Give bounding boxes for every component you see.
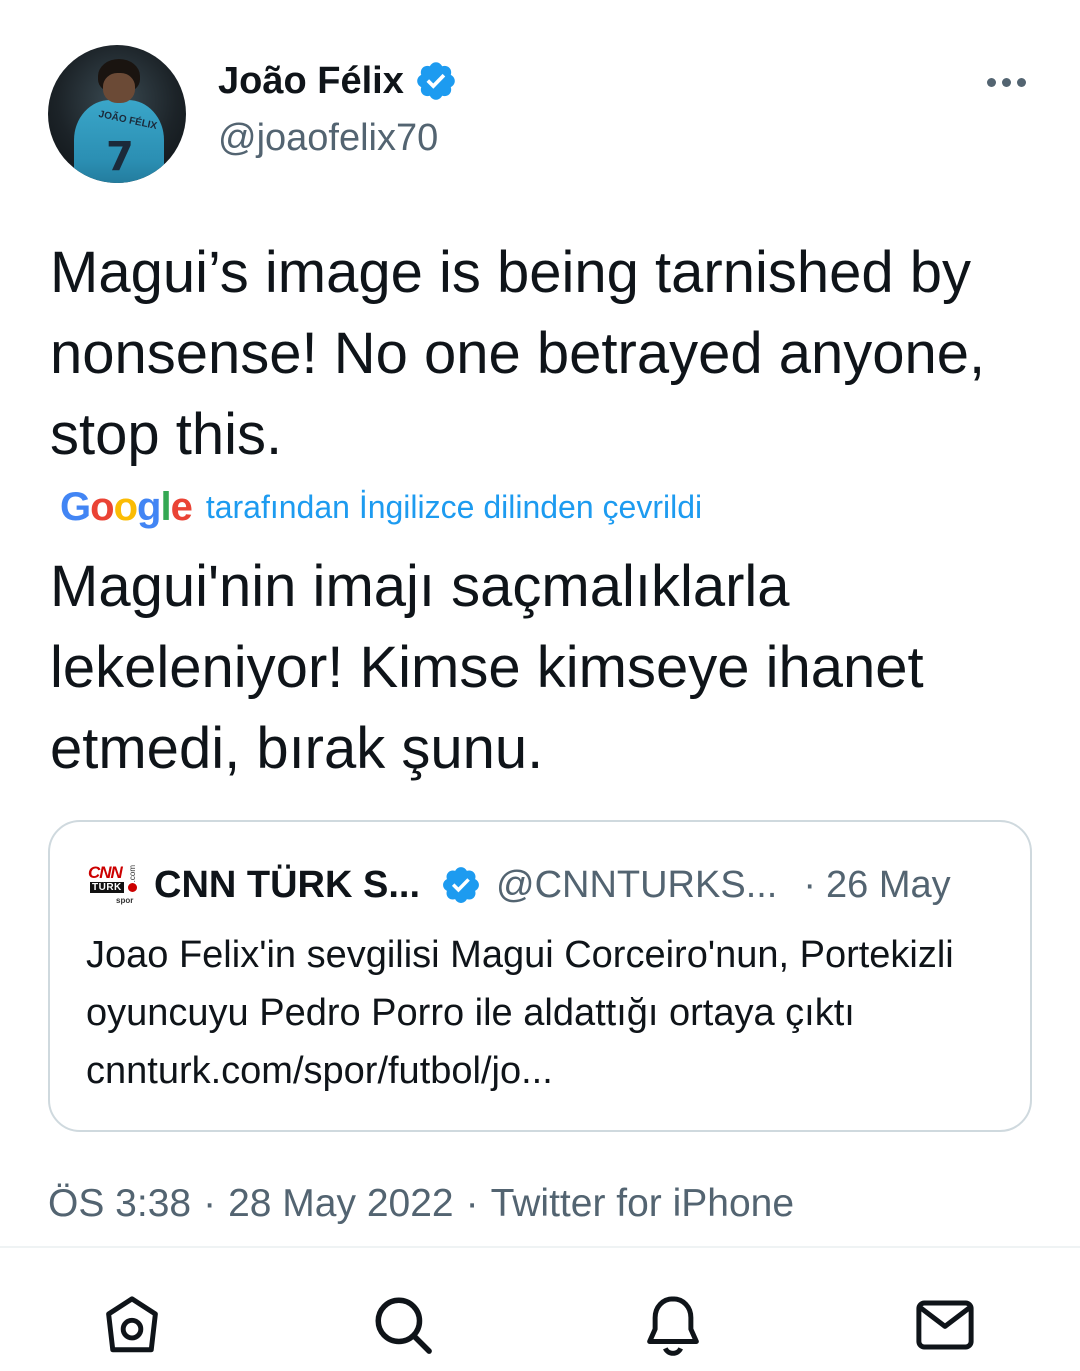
cnn-logo-dot bbox=[128, 883, 137, 892]
tweet-source[interactable]: Twitter for iPhone bbox=[491, 1182, 794, 1225]
tweet-detail-screen: JOÃO FÉLIX 7 João Félix @joaofelix70 Mag… bbox=[0, 0, 1080, 1371]
cnn-turk-avatar: CNN TÜRK .com spor bbox=[88, 863, 138, 907]
quoted-display-name: CNN TÜRK S... bbox=[154, 863, 420, 906]
tweet-meta: ÖS 3:38 · 28 May 2022 · Twitter for iPhone bbox=[48, 1178, 794, 1230]
quoted-handle: @CNNTURKS... bbox=[496, 863, 778, 906]
quoted-tweet-card[interactable]: CNN TÜRK .com spor CNN TÜRK S... @CNNTUR… bbox=[48, 820, 1032, 1132]
tweet-time[interactable]: ÖS 3:38 bbox=[48, 1182, 191, 1225]
translated-tweet-text: Magui'nin imajı saçmalıklarla lekeleniyo… bbox=[50, 554, 924, 781]
author-avatar[interactable]: JOÃO FÉLIX 7 bbox=[48, 45, 186, 183]
avatar-jersey-number: 7 bbox=[106, 134, 134, 180]
translation-label: tarafından İngilizce dilinden çevrildi bbox=[205, 489, 703, 525]
meta-separator: · bbox=[465, 1182, 479, 1225]
bottom-navigation bbox=[0, 1250, 1080, 1371]
quoted-date: 26 May bbox=[826, 863, 951, 906]
author-display-name-row[interactable]: João Félix bbox=[218, 58, 458, 104]
author-display-name: João Félix bbox=[218, 60, 404, 102]
divider bbox=[0, 1246, 1080, 1248]
more-dot bbox=[1001, 77, 1011, 87]
messages-icon[interactable] bbox=[910, 1290, 980, 1360]
home-icon[interactable] bbox=[97, 1290, 167, 1360]
quoted-tweet-text: Joao Felix'in sevgilisi Magui Corceiro'n… bbox=[86, 934, 954, 1092]
tweet-text: Magui’s image is being tarnished by nons… bbox=[50, 240, 986, 467]
quoted-separator: · bbox=[803, 863, 817, 906]
avatar-head bbox=[103, 73, 135, 103]
translation-attribution[interactable]: Google tarafından İngilizce dilinden çev… bbox=[60, 482, 702, 532]
verified-badge-icon bbox=[417, 62, 455, 100]
more-dot bbox=[986, 77, 996, 87]
search-icon[interactable] bbox=[368, 1290, 438, 1360]
author-handle[interactable]: @joaofelix70 bbox=[218, 115, 438, 161]
more-options-icon[interactable] bbox=[976, 62, 1036, 102]
cnn-logo-sub: TÜRK bbox=[90, 882, 124, 893]
notifications-icon[interactable] bbox=[638, 1290, 708, 1360]
more-dot bbox=[1016, 77, 1026, 87]
cnn-logo-side: .com bbox=[128, 865, 137, 883]
tweet-date[interactable]: 28 May 2022 bbox=[228, 1182, 454, 1225]
cnn-logo-main: CNN bbox=[88, 863, 123, 882]
quoted-tweet-header: CNN TÜRK .com spor CNN TÜRK S... @CNNTUR… bbox=[88, 860, 1000, 910]
verified-badge-icon bbox=[443, 867, 479, 903]
google-logo: Google bbox=[60, 485, 193, 529]
meta-separator: · bbox=[203, 1182, 217, 1225]
cnn-logo-section: spor bbox=[116, 896, 134, 905]
